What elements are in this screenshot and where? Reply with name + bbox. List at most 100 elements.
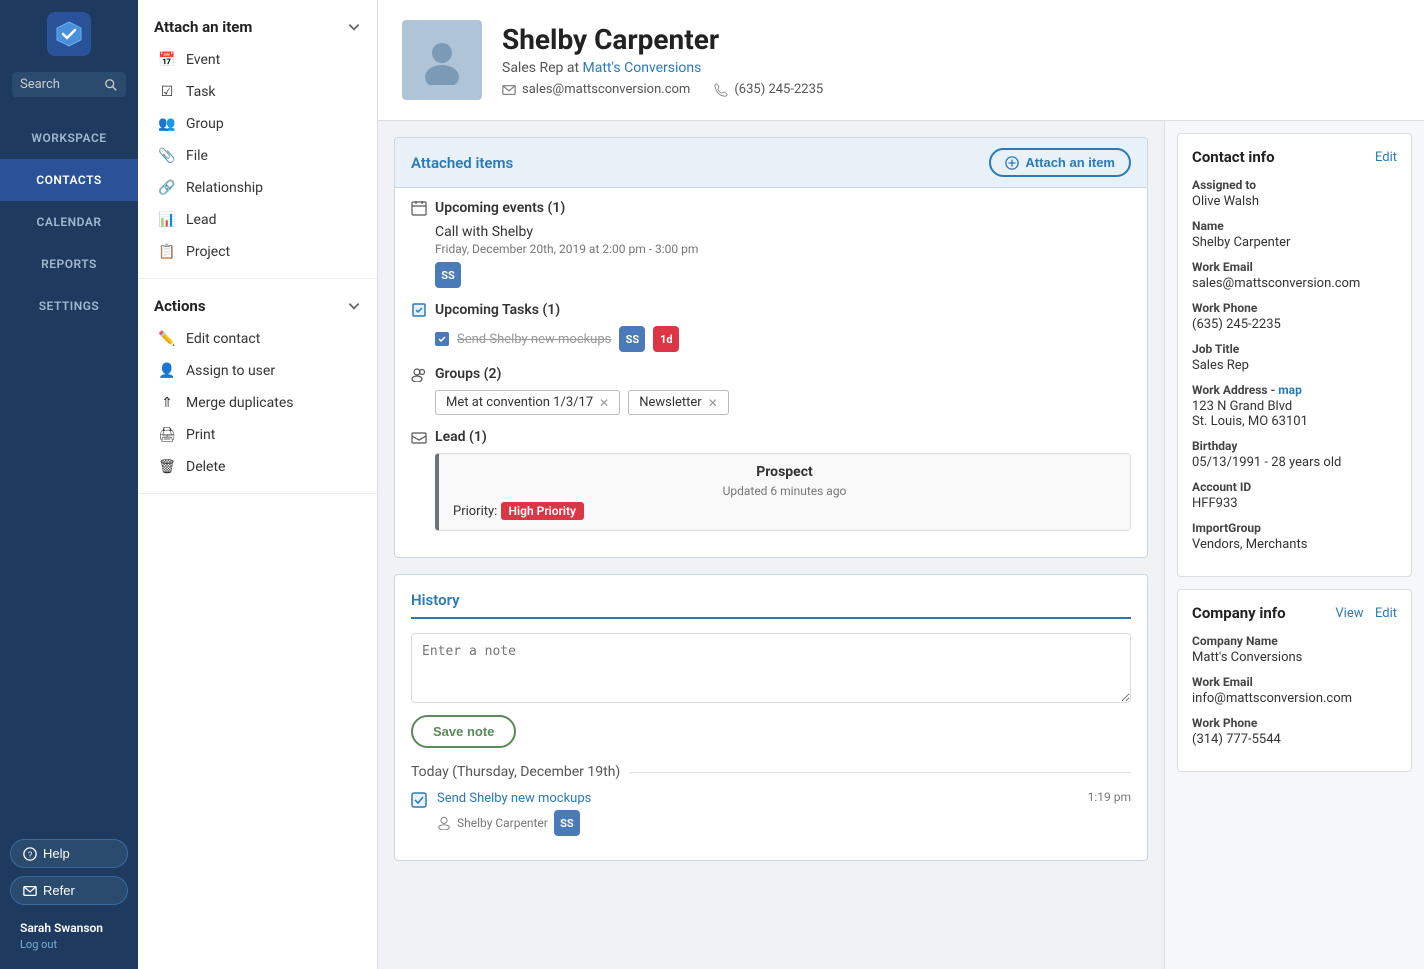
events-icon [411, 200, 427, 216]
sidebar-bottom: ? Help Refer Sarah Swanson Log out [0, 829, 138, 969]
group-tag-remove-0[interactable]: ✕ [599, 396, 609, 410]
history-badge: SS [554, 810, 580, 836]
edit-icon: ✏️ [158, 331, 176, 347]
attached-items-card: Attached items Attach an item Upcoming e… [394, 137, 1148, 558]
history-section: History Save note Today (Thursday, Decem… [394, 574, 1148, 861]
sidebar-item-contacts[interactable]: CONTACTS [0, 159, 138, 201]
sidebar-item-reports[interactable]: REPORTS [0, 243, 138, 285]
refer-button[interactable]: Refer [10, 876, 128, 905]
name-field: Name Shelby Carpenter [1192, 219, 1397, 250]
attach-item-button[interactable]: Attach an item [989, 148, 1131, 177]
attach-file[interactable]: 📎 File [138, 140, 377, 172]
main-content: Shelby Carpenter Sales Rep at Matt's Con… [378, 0, 1424, 969]
upcoming-tasks-title: Upcoming Tasks (1) [411, 302, 1131, 318]
actions-header[interactable]: Actions [138, 289, 377, 323]
refer-icon [23, 884, 37, 898]
print-icon: 🖨 [158, 427, 176, 443]
person-icon [437, 816, 451, 830]
sidebar-item-settings[interactable]: SETTINGS [0, 285, 138, 327]
task-checkbox[interactable] [435, 332, 449, 346]
relationship-icon: 🔗 [158, 180, 176, 196]
attach-header[interactable]: Attach an item [138, 10, 377, 44]
company-info-title: Company info [1192, 604, 1286, 622]
contact-info-card: Contact info Edit Assigned to Olive Wals… [1177, 133, 1412, 577]
attach-group[interactable]: 👥 Group [138, 108, 377, 140]
history-title: History [411, 591, 1131, 619]
upcoming-tasks-content: Send Shelby new mockups SS 1d [411, 326, 1131, 352]
avatar [402, 20, 482, 100]
sidebar: Search WORKSPACE CONTACTS CALENDAR REPOR… [0, 0, 138, 969]
company-info-header: Company info View Edit [1192, 604, 1397, 622]
attach-task[interactable]: ☑ Task [138, 76, 377, 108]
company-edit-link[interactable]: Edit [1375, 606, 1397, 621]
history-day-header: Today (Thursday, December 19th) [411, 764, 1131, 780]
group-tag-1: Newsletter ✕ [628, 390, 729, 415]
lead-section: Lead (1) Prospect Updated 6 minutes ago … [411, 429, 1131, 531]
project-icon: 📋 [158, 244, 176, 260]
content-area: Attached items Attach an item Upcoming e… [378, 121, 1424, 969]
merge-duplicates-action[interactable]: ⇑ Merge duplicates [138, 387, 377, 419]
history-item-time: 1:19 pm [1088, 790, 1131, 804]
upcoming-events-section: Upcoming events (1) Call with Shelby Fri… [411, 200, 1131, 288]
assign-to-user-action[interactable]: 👤 Assign to user [138, 355, 377, 387]
groups-icon [411, 366, 427, 382]
attach-event[interactable]: 📅 Event [138, 44, 377, 76]
attached-items-header: Attached items Attach an item [395, 138, 1147, 188]
map-link[interactable]: map [1278, 383, 1302, 397]
history-day: Today (Thursday, December 19th) Send She… [411, 764, 1131, 836]
company-phone-field: Work Phone (314) 777-5544 [1192, 716, 1397, 747]
edit-contact-action[interactable]: ✏️ Edit contact [138, 323, 377, 355]
event-name: Call with Shelby [435, 224, 1131, 240]
group-tag-0: Met at convention 1/3/17 ✕ [435, 390, 620, 415]
company-view-link[interactable]: View [1335, 606, 1363, 621]
sidebar-item-workspace[interactable]: WORKSPACE [0, 117, 138, 159]
history-checkbox[interactable] [411, 792, 427, 808]
attach-project[interactable]: 📋 Project [138, 236, 377, 268]
group-tag-remove-1[interactable]: ✕ [708, 396, 718, 410]
attach-section: Attach an item 📅 Event ☑ Task 👥 Group 📎 … [138, 0, 377, 279]
app-logo[interactable] [47, 12, 91, 56]
search-bar[interactable]: Search [12, 72, 126, 97]
chevron-down-icon-2 [347, 299, 361, 313]
search-label: Search [20, 77, 104, 92]
company-link[interactable]: Matt's Conversions [583, 60, 702, 76]
plus-circle-icon [1005, 156, 1019, 170]
history-item-body: Send Shelby new mockups Shelby Carpenter… [437, 790, 1078, 836]
delete-action[interactable]: 🗑 Delete [138, 451, 377, 483]
work-address-field: Work Address - map 123 N Grand BlvdSt. L… [1192, 383, 1397, 429]
help-button[interactable]: ? Help [10, 839, 128, 868]
company-name-field: Company Name Matt's Conversions [1192, 634, 1397, 665]
groups-title: Groups (2) [411, 366, 1131, 382]
sidebar-item-calendar[interactable]: CALENDAR [0, 201, 138, 243]
email-icon [502, 83, 516, 97]
profile-header: Shelby Carpenter Sales Rep at Matt's Con… [378, 0, 1424, 121]
company-info-actions: View Edit [1335, 605, 1397, 621]
search-icon [104, 78, 118, 92]
svg-text:?: ? [28, 850, 33, 859]
sidebar-username: Sarah Swanson [20, 921, 118, 935]
history-task-link[interactable]: Send Shelby new mockups [437, 791, 591, 806]
delete-icon: 🗑 [158, 459, 176, 475]
lead-title: Lead (1) [411, 429, 1131, 445]
save-note-button[interactable]: Save note [411, 715, 516, 748]
chevron-down-icon [347, 20, 361, 34]
contact-info-edit[interactable]: Edit [1375, 150, 1397, 165]
attach-lead[interactable]: 📊 Lead [138, 204, 377, 236]
upcoming-tasks-section: Upcoming Tasks (1) Send Shelby new mocku… [411, 302, 1131, 352]
task-row: Send Shelby new mockups SS 1d [435, 326, 1131, 352]
note-textarea[interactable] [411, 633, 1131, 703]
contact-row: sales@mattsconversion.com (635) 245-2235 [502, 82, 823, 97]
group-icon: 👥 [158, 116, 176, 132]
event-date: Friday, December 20th, 2019 at 2:00 pm -… [435, 242, 1131, 256]
attach-relationship[interactable]: 🔗 Relationship [138, 172, 377, 204]
actions-panel: Attach an item 📅 Event ☑ Task 👥 Group 📎 … [138, 0, 378, 969]
calendar-icon: 📅 [158, 52, 176, 68]
print-action[interactable]: 🖨 Print [138, 419, 377, 451]
profile-subtitle: Sales Rep at Matt's Conversions [502, 60, 823, 76]
upcoming-events-title: Upcoming events (1) [411, 200, 1131, 216]
history-item-meta: Shelby Carpenter SS [437, 810, 1078, 836]
history-item-0: Send Shelby new mockups Shelby Carpenter… [411, 790, 1131, 836]
task-badge-2: 1d [653, 326, 679, 352]
logout-link[interactable]: Log out [20, 938, 57, 951]
attached-items-body: Upcoming events (1) Call with Shelby Fri… [395, 188, 1147, 557]
